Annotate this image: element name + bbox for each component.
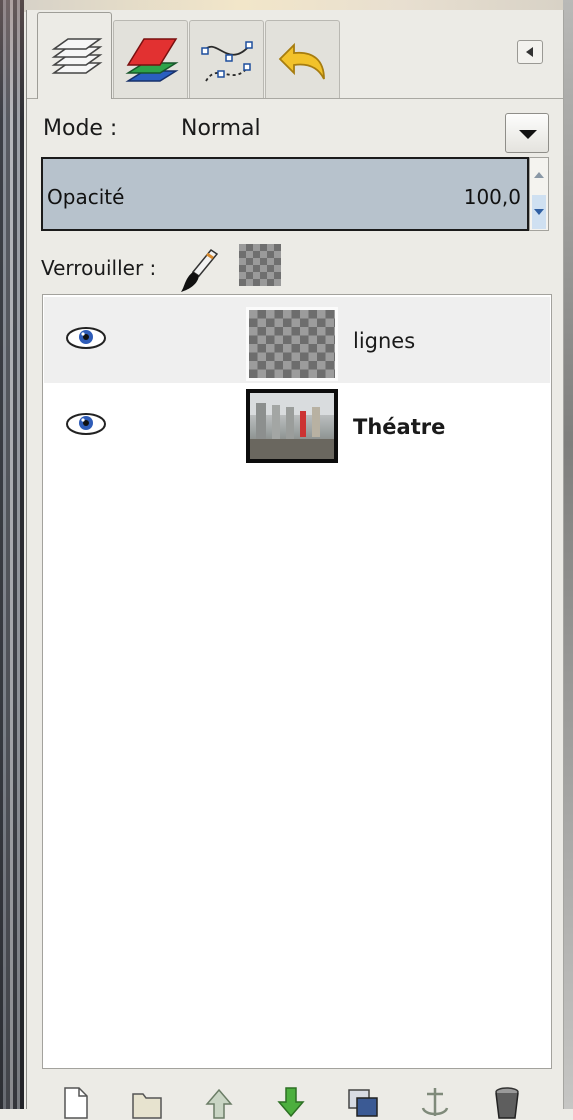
tab-undo-history[interactable]	[265, 20, 340, 98]
opacity-spinner[interactable]	[529, 157, 549, 231]
layers-icon	[51, 38, 103, 74]
mode-dropdown-button[interactable]	[505, 113, 549, 153]
duplicate-layer-icon[interactable]	[345, 1084, 381, 1120]
anchor-layer-icon[interactable]	[417, 1084, 453, 1120]
photo-thumbnail-image	[250, 393, 334, 459]
undo-history-icon	[278, 42, 325, 80]
spin-down-icon[interactable]	[532, 195, 546, 229]
eye-icon[interactable]	[64, 323, 108, 353]
layer-thumbnail	[246, 389, 338, 463]
tab-channels[interactable]	[113, 20, 188, 98]
raise-layer-icon[interactable]	[201, 1084, 237, 1120]
tab-paths[interactable]	[189, 20, 264, 98]
paths-icon	[201, 41, 253, 82]
new-layer-group-icon[interactable]	[129, 1084, 165, 1120]
layer-name[interactable]: lignes	[353, 329, 415, 353]
alpha-lock-icon[interactable]	[239, 244, 281, 286]
paintbrush-icon[interactable]	[177, 246, 221, 294]
spin-up-icon[interactable]	[532, 160, 546, 194]
mode-value[interactable]: Normal	[181, 116, 261, 141]
layers-dock-panel: Mode : Normal Opacité 100,0 Verrouiller …	[26, 10, 564, 1119]
mode-label: Mode :	[43, 116, 118, 141]
layer-name[interactable]: Théatre	[353, 415, 445, 439]
lower-layer-icon[interactable]	[273, 1084, 309, 1120]
opacity-label: Opacité	[47, 185, 125, 209]
layer-row[interactable]: lignes	[44, 297, 550, 383]
channels-icon	[125, 38, 179, 82]
layer-row[interactable]: Théatre	[44, 383, 550, 469]
layer-thumbnail	[246, 307, 338, 381]
lock-label: Verrouiller :	[41, 256, 157, 280]
new-layer-icon[interactable]	[57, 1084, 93, 1120]
layer-list: lignes Théatre	[42, 294, 552, 1069]
opacity-value: 100,0	[463, 185, 521, 209]
tab-layers[interactable]	[37, 12, 112, 99]
background-window-edge	[0, 0, 24, 1109]
opacity-slider[interactable]: Opacité 100,0	[41, 157, 529, 231]
layer-toolbar	[57, 1080, 557, 1119]
delete-layer-icon[interactable]	[489, 1084, 525, 1120]
eye-icon[interactable]	[64, 409, 108, 439]
tab-menu-arrow-icon[interactable]	[517, 40, 543, 64]
background-window-edge-right	[563, 0, 573, 1109]
